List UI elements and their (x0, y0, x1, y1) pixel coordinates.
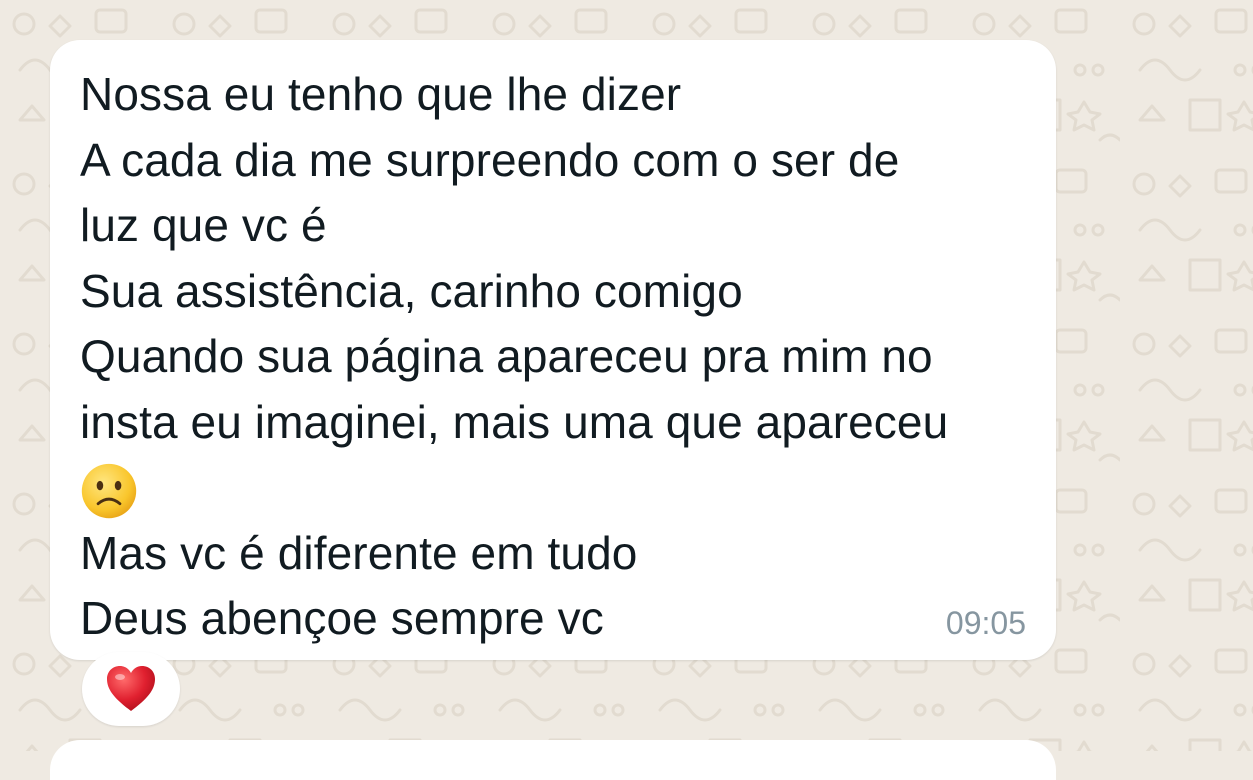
message-line: Quando sua página apareceu pra mim no (80, 330, 933, 382)
message-reaction[interactable] (82, 652, 180, 726)
message-line: insta eu imaginei, mais uma que apareceu (80, 395, 949, 448)
message-line: Sua assistência, carinho comigo (80, 264, 743, 317)
message-line: Deus abençoe sempre vc (80, 592, 604, 644)
message-line: luz que vc é (80, 199, 327, 251)
message-line: Mas vc é diferente em tudo (80, 526, 638, 579)
message-line: Nossa eu tenho que lhe dizer (80, 68, 682, 120)
red-heart-icon (107, 666, 155, 711)
message-text: Nossa eu tenho que lhe dizer A cada dia … (80, 62, 948, 652)
slightly-frowning-face-icon (81, 463, 137, 519)
emoji-line (80, 455, 948, 521)
next-message-bubble[interactable] (50, 740, 1056, 780)
message-line: A cada dia me surpreendo com o ser de (80, 133, 900, 186)
message-timestamp: 09:05 (945, 605, 1026, 641)
message-bubble[interactable]: Nossa eu tenho que lhe dizer A cada dia … (50, 40, 1056, 660)
